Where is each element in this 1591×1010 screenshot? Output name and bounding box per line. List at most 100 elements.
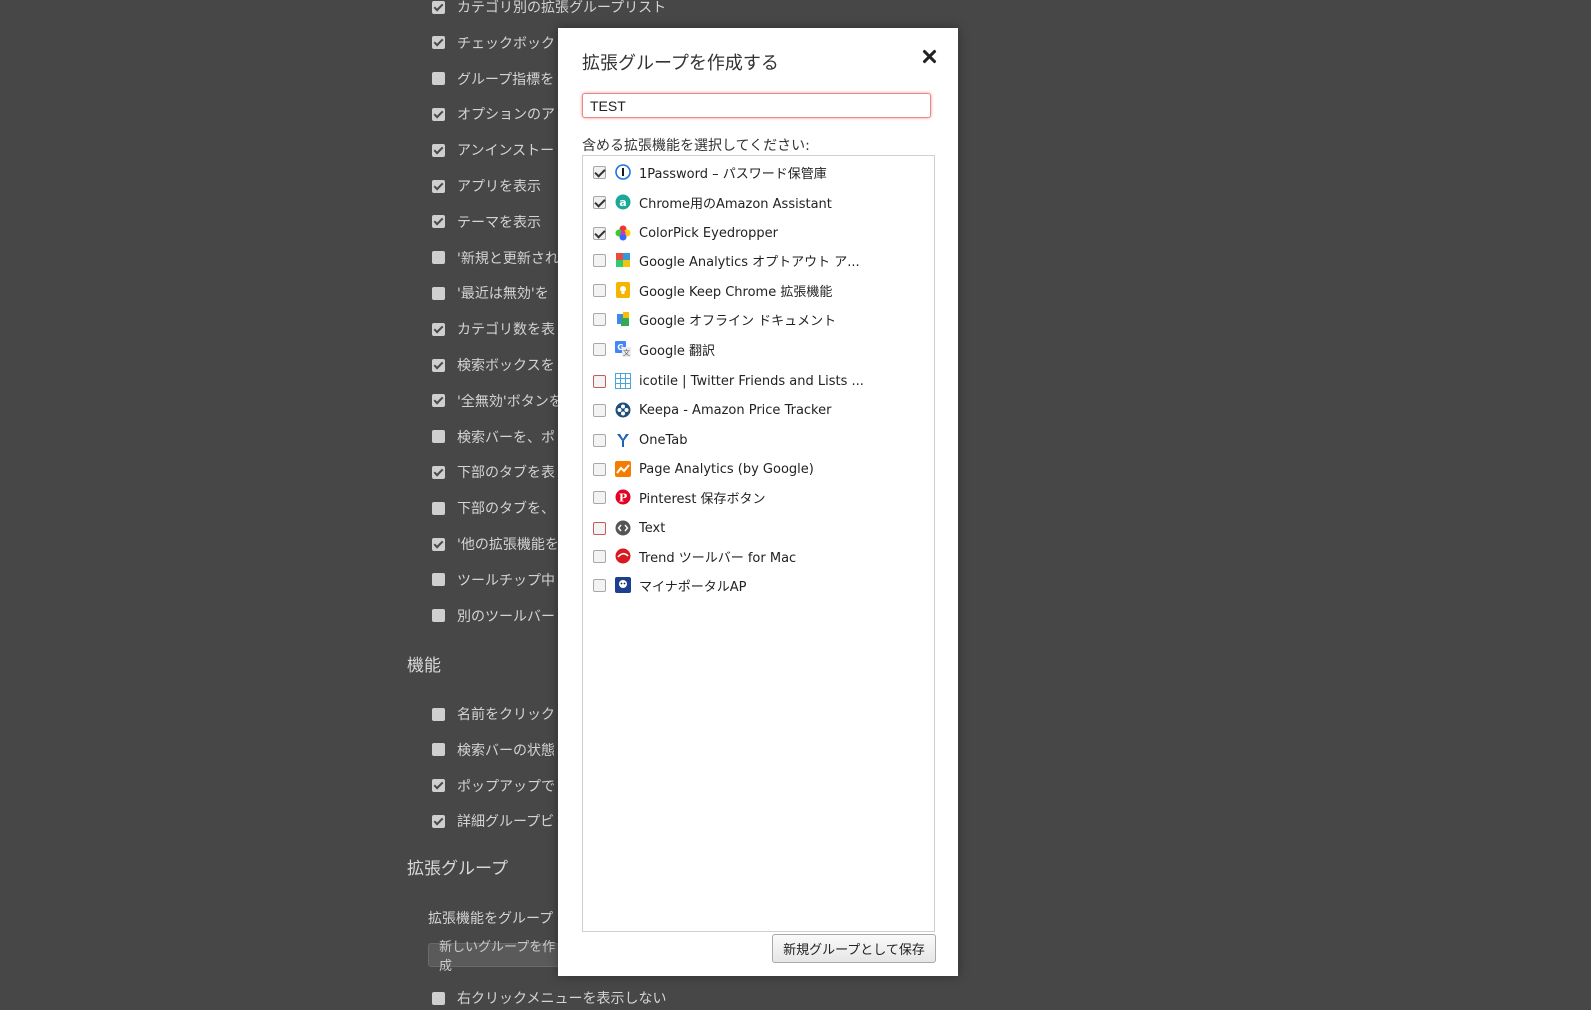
option-row[interactable]: カテゴリ数を表: [432, 317, 555, 341]
extension-item[interactable]: Keepa - Amazon Price Tracker: [593, 397, 831, 423]
option-row[interactable]: チェックボック: [432, 31, 555, 55]
context-menu-option-row[interactable]: 右クリックメニューを表示しない: [432, 986, 666, 1010]
extension-name: Pinterest 保存ボタン: [639, 491, 766, 507]
extension-item[interactable]: Page Analytics (by Google): [593, 456, 814, 482]
feature-option-label: 詳細グループビ: [457, 814, 555, 831]
svg-text:文: 文: [623, 348, 630, 357]
extension-item[interactable]: 1Password – パスワード保管庫: [593, 159, 827, 185]
extension-item[interactable]: マイナポータルAP: [593, 572, 746, 598]
option-row[interactable]: 別のツールバー: [432, 604, 555, 628]
option-row[interactable]: 検索ボックスを: [432, 353, 555, 377]
extension-item[interactable]: Trend ツールバー for Mac: [593, 543, 796, 569]
option-checkbox[interactable]: [432, 0, 445, 14]
option-row[interactable]: '新規と更新され: [432, 246, 559, 270]
extension-checkbox[interactable]: [593, 165, 606, 179]
option-label: アンインストー: [457, 143, 555, 160]
option-row[interactable]: 検索バーを、ポ: [432, 425, 555, 449]
extension-item[interactable]: OneTab: [593, 427, 687, 453]
option-checkbox[interactable]: [432, 501, 445, 515]
extension-checkbox[interactable]: [593, 433, 606, 447]
option-checkbox[interactable]: [432, 394, 445, 408]
extension-checkbox[interactable]: [593, 578, 606, 592]
save-as-new-group-button[interactable]: 新規グループとして保存: [772, 934, 936, 963]
feature-option-checkbox[interactable]: [432, 707, 445, 721]
close-icon[interactable]: [918, 46, 940, 68]
option-checkbox[interactable]: [432, 215, 445, 229]
option-row[interactable]: '最近は無効'を: [432, 281, 549, 305]
extension-checkbox[interactable]: [593, 283, 606, 297]
extension-item[interactable]: icotile | Twitter Friends and Lists ...: [593, 368, 864, 394]
feature-option-checkbox[interactable]: [432, 814, 445, 828]
option-checkbox[interactable]: [432, 322, 445, 336]
option-row[interactable]: グループ指標を: [432, 67, 554, 91]
option-checkbox[interactable]: [432, 537, 445, 551]
feature-option-row[interactable]: 検索バーの状態: [432, 738, 555, 762]
extension-checkbox[interactable]: [593, 490, 606, 504]
option-row[interactable]: カテゴリ別の拡張グループリスト: [432, 0, 666, 19]
option-label: アプリを表示: [457, 179, 541, 195]
option-checkbox[interactable]: [432, 107, 445, 121]
option-checkbox[interactable]: [432, 573, 445, 587]
extension-checkbox[interactable]: [593, 462, 606, 476]
option-row[interactable]: テーマを表示: [432, 210, 541, 234]
option-row[interactable]: '他の拡張機能を: [432, 532, 559, 556]
option-row[interactable]: オプションのア: [432, 102, 555, 126]
option-row[interactable]: アンインストー: [432, 138, 554, 162]
option-label: オプションのア: [457, 107, 555, 124]
extension-item[interactable]: Google オフライン ドキュメント: [593, 306, 836, 332]
option-checkbox[interactable]: [432, 179, 445, 193]
google-translate-icon: G文: [615, 341, 631, 357]
option-row[interactable]: 下部のタブを表: [432, 460, 555, 484]
feature-option-row[interactable]: ポップアップで: [432, 774, 555, 798]
option-label: 別のツールバー: [457, 608, 555, 625]
extension-item[interactable]: Google Analytics オプトアウト ア...: [593, 247, 860, 273]
option-label: グループ指標を: [457, 71, 555, 88]
option-checkbox[interactable]: [432, 358, 445, 372]
option-checkbox[interactable]: [432, 36, 445, 50]
google-keep-icon: [615, 282, 631, 298]
option-checkbox[interactable]: [432, 286, 445, 300]
trend-micro-icon: [615, 548, 631, 564]
extension-item[interactable]: P Pinterest 保存ボタン: [593, 484, 766, 510]
extension-checkbox[interactable]: [593, 521, 606, 535]
option-row[interactable]: ツールチップ中: [432, 568, 555, 592]
extension-item[interactable]: G 文 Google 翻訳: [593, 336, 715, 362]
option-checkbox[interactable]: [432, 143, 445, 157]
extension-checkbox[interactable]: [593, 253, 606, 267]
option-row[interactable]: '全無効'ボタンを: [432, 389, 563, 413]
extension-name: Text: [639, 520, 666, 536]
option-checkbox[interactable]: [432, 465, 445, 479]
option-row[interactable]: 下部のタブを、: [432, 496, 555, 520]
extension-item[interactable]: Google Keep Chrome 拡張機能: [593, 277, 832, 303]
feature-option-checkbox[interactable]: [432, 779, 445, 793]
extension-checkbox[interactable]: [593, 549, 606, 563]
feature-option-row[interactable]: 名前をクリック: [432, 702, 555, 726]
extension-checkbox[interactable]: [593, 312, 606, 326]
option-checkbox[interactable]: [432, 251, 445, 265]
extension-checkbox[interactable]: [593, 403, 606, 417]
option-label: カテゴリ別の拡張グループリスト: [457, 0, 667, 16]
option-checkbox[interactable]: [432, 609, 445, 623]
extension-name: Google 翻訳: [639, 343, 715, 359]
feature-option-label: 検索バーの状態: [457, 742, 555, 759]
feature-option-checkbox[interactable]: [432, 743, 445, 757]
new-group-button[interactable]: 新しいグループを作成: [428, 940, 568, 974]
option-label: '新規と更新され: [457, 250, 559, 267]
extension-item[interactable]: ColorPick Eyedropper: [593, 220, 778, 246]
option-row[interactable]: アプリを表示: [432, 174, 541, 198]
groups-description: 拡張機能をグループ: [428, 911, 554, 927]
extension-name: Page Analytics (by Google): [639, 461, 814, 477]
option-checkbox[interactable]: [432, 72, 445, 86]
extension-checkbox[interactable]: [593, 226, 606, 240]
feature-option-row[interactable]: 詳細グループビ: [432, 809, 554, 833]
context-menu-checkbox[interactable]: [432, 991, 445, 1005]
group-name-input[interactable]: [582, 93, 931, 118]
option-label: '他の拡張機能を: [457, 537, 559, 553]
option-checkbox[interactable]: [432, 430, 445, 444]
extension-checkbox[interactable]: [593, 374, 606, 388]
extension-item[interactable]: a Chrome用のAmazon Assistant: [593, 189, 832, 215]
extension-checkbox[interactable]: [593, 342, 606, 356]
extension-item[interactable]: Text: [593, 515, 665, 541]
extension-list[interactable]: 1Password – パスワード保管庫 a Chrome用のAmazon Assi…: [582, 155, 935, 932]
extension-checkbox[interactable]: [593, 195, 606, 209]
